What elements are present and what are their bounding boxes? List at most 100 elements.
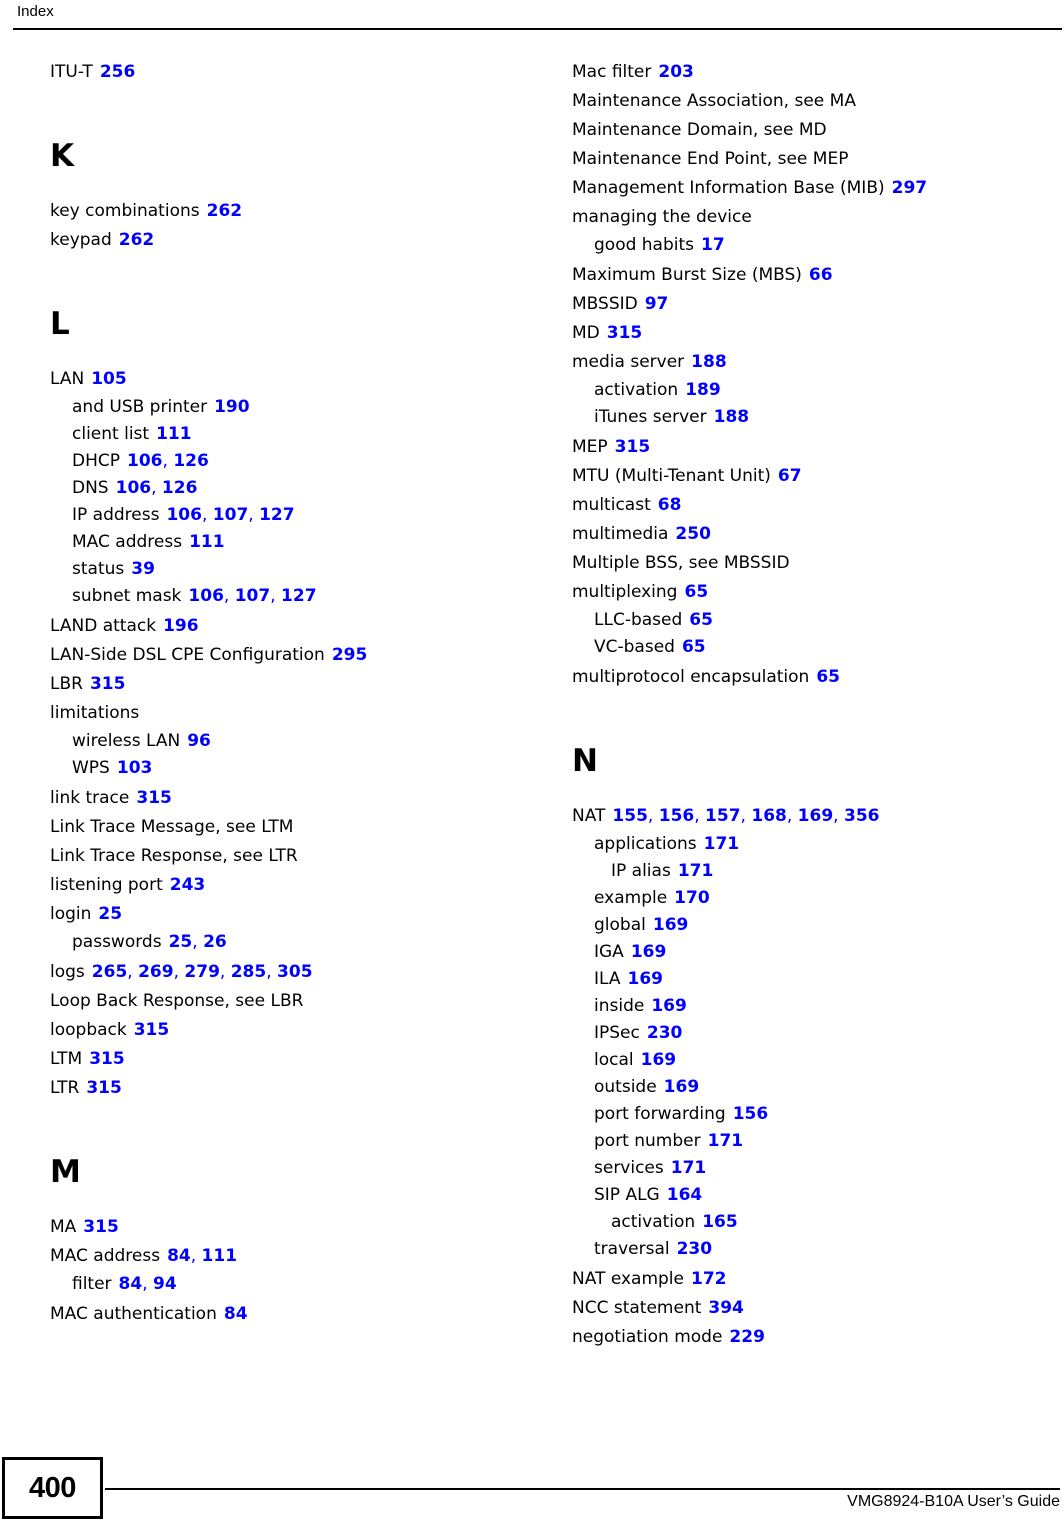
page-reference-link[interactable]: 188 xyxy=(714,407,750,427)
page-reference-link[interactable]: 111 xyxy=(202,1246,238,1266)
page-reference-link[interactable]: 103 xyxy=(117,758,153,778)
index-entry: traversal 230 xyxy=(572,1236,1062,1263)
page-reference-link[interactable]: 156 xyxy=(659,806,695,826)
page-reference-link[interactable]: 256 xyxy=(100,62,136,82)
page-reference-link[interactable]: 171 xyxy=(704,834,740,854)
page-reference-link[interactable]: 169 xyxy=(641,1050,677,1070)
page-reference-link[interactable]: 169 xyxy=(651,996,687,1016)
page-reference-link[interactable]: 65 xyxy=(689,610,713,630)
page-reference-link[interactable]: 169 xyxy=(631,942,667,962)
page-reference-link[interactable]: 297 xyxy=(892,178,928,198)
page-reference-link[interactable]: 105 xyxy=(91,369,127,389)
page-reference-link[interactable]: 169 xyxy=(664,1077,700,1097)
index-entry-term: Loop Back Response, see LBR xyxy=(50,991,304,1011)
page-reference-link[interactable]: 26 xyxy=(203,932,227,952)
page-reference-link[interactable]: 111 xyxy=(189,532,225,552)
page-reference-link[interactable]: 171 xyxy=(708,1131,744,1151)
index-entry: multiprotocol encapsulation 65 xyxy=(572,663,1062,692)
page-reference-link[interactable]: 295 xyxy=(332,645,368,665)
page-reference-link[interactable]: 305 xyxy=(277,962,313,982)
page-reference-link[interactable]: 84 xyxy=(224,1304,248,1324)
page-reference-link[interactable]: 230 xyxy=(677,1239,713,1259)
page-reference-link[interactable]: 269 xyxy=(138,962,174,982)
index-entry: MAC address 111 xyxy=(50,529,540,556)
index-entry-term: LBR xyxy=(50,674,83,694)
page-reference-link[interactable]: 315 xyxy=(134,1020,170,1040)
page-reference-link[interactable]: 156 xyxy=(733,1104,769,1124)
page-reference-link[interactable]: 229 xyxy=(729,1327,765,1347)
page-reference-link[interactable]: 126 xyxy=(173,451,209,471)
index-entry-references: 203 xyxy=(658,62,694,82)
page-reference-link[interactable]: 315 xyxy=(615,437,651,457)
page-reference-link[interactable]: 66 xyxy=(809,265,833,285)
page-reference-link[interactable]: 67 xyxy=(778,466,802,486)
page-reference-link[interactable]: 315 xyxy=(89,1049,125,1069)
page-reference-link[interactable]: 165 xyxy=(702,1212,738,1232)
page-reference-link[interactable]: 107 xyxy=(235,586,271,606)
page-reference-link[interactable]: 171 xyxy=(678,861,714,881)
page-reference-link[interactable]: 315 xyxy=(83,1217,119,1237)
page-reference-link[interactable]: 315 xyxy=(90,674,126,694)
page-reference-link[interactable]: 84 xyxy=(167,1246,191,1266)
page-reference-link[interactable]: 262 xyxy=(207,201,243,221)
page-reference-link[interactable]: 111 xyxy=(156,424,192,444)
page-reference-link[interactable]: 285 xyxy=(231,962,267,982)
index-entry-term: Multiple BSS, see MBSSID xyxy=(572,553,790,573)
page-reference-link[interactable]: 106 xyxy=(127,451,163,471)
reference-separator: , xyxy=(190,1246,202,1266)
index-entry: IPSec 230 xyxy=(572,1020,1062,1047)
page-reference-link[interactable]: 394 xyxy=(708,1298,744,1318)
page-reference-link[interactable]: 25 xyxy=(98,904,122,924)
page-reference-link[interactable]: 230 xyxy=(647,1023,683,1043)
page-reference-link[interactable]: 106 xyxy=(116,478,152,498)
page-reference-link[interactable]: 164 xyxy=(667,1185,703,1205)
page-reference-link[interactable]: 243 xyxy=(170,875,206,895)
page-reference-link[interactable]: 127 xyxy=(259,505,295,525)
page-reference-link[interactable]: 315 xyxy=(136,788,172,808)
page-reference-link[interactable]: 157 xyxy=(705,806,741,826)
page-reference-link[interactable]: 172 xyxy=(691,1269,727,1289)
page-reference-link[interactable]: 171 xyxy=(671,1158,707,1178)
page-reference-link[interactable]: 315 xyxy=(607,323,643,343)
page-reference-link[interactable]: 250 xyxy=(675,524,711,544)
page-reference-link[interactable]: 17 xyxy=(701,235,725,255)
page-reference-link[interactable]: 169 xyxy=(653,915,689,935)
index-entry-references: 171 xyxy=(704,834,740,854)
page-reference-link[interactable]: 84 xyxy=(119,1274,143,1294)
page-reference-link[interactable]: 65 xyxy=(684,582,708,602)
index-entry: DNS 106, 126 xyxy=(50,475,540,502)
page-reference-link[interactable]: 65 xyxy=(682,637,706,657)
page-reference-link[interactable]: 65 xyxy=(816,667,840,687)
page-reference-link[interactable]: 170 xyxy=(674,888,710,908)
index-entry: multicast 68 xyxy=(572,491,1062,520)
page-reference-link[interactable]: 107 xyxy=(213,505,249,525)
page-reference-link[interactable]: 279 xyxy=(184,962,220,982)
page-reference-link[interactable]: 25 xyxy=(169,932,193,952)
page-reference-link[interactable]: 94 xyxy=(153,1274,177,1294)
page-reference-link[interactable]: 97 xyxy=(645,294,669,314)
page-reference-link[interactable]: 68 xyxy=(658,495,682,515)
page-reference-link[interactable]: 196 xyxy=(163,616,199,636)
page-reference-link[interactable]: 106 xyxy=(188,586,224,606)
page-reference-link[interactable]: 189 xyxy=(685,380,721,400)
index-entry: Maximum Burst Size (MBS) 66 xyxy=(572,261,1062,290)
page-reference-link[interactable]: 96 xyxy=(187,731,211,751)
page-reference-link[interactable]: 169 xyxy=(628,969,664,989)
page-reference-link[interactable]: 262 xyxy=(119,230,155,250)
page-reference-link[interactable]: 39 xyxy=(131,559,155,579)
page-reference-link[interactable]: 265 xyxy=(92,962,128,982)
page-reference-link[interactable]: 356 xyxy=(844,806,880,826)
page-reference-link[interactable]: 190 xyxy=(214,397,250,417)
page-reference-link[interactable]: 168 xyxy=(751,806,787,826)
index-entry: outside 169 xyxy=(572,1074,1062,1101)
page-reference-link[interactable]: 155 xyxy=(612,806,648,826)
page-reference-link[interactable]: 315 xyxy=(86,1078,122,1098)
page-reference-link[interactable]: 106 xyxy=(166,505,202,525)
page-reference-link[interactable]: 188 xyxy=(691,352,727,372)
page-reference-link[interactable]: 203 xyxy=(658,62,694,82)
reference-separator: , xyxy=(162,451,174,471)
page-reference-link[interactable]: 127 xyxy=(281,586,317,606)
page-reference-link[interactable]: 126 xyxy=(162,478,198,498)
index-entry-references: 106, 107, 127 xyxy=(166,505,294,525)
page-reference-link[interactable]: 169 xyxy=(798,806,834,826)
